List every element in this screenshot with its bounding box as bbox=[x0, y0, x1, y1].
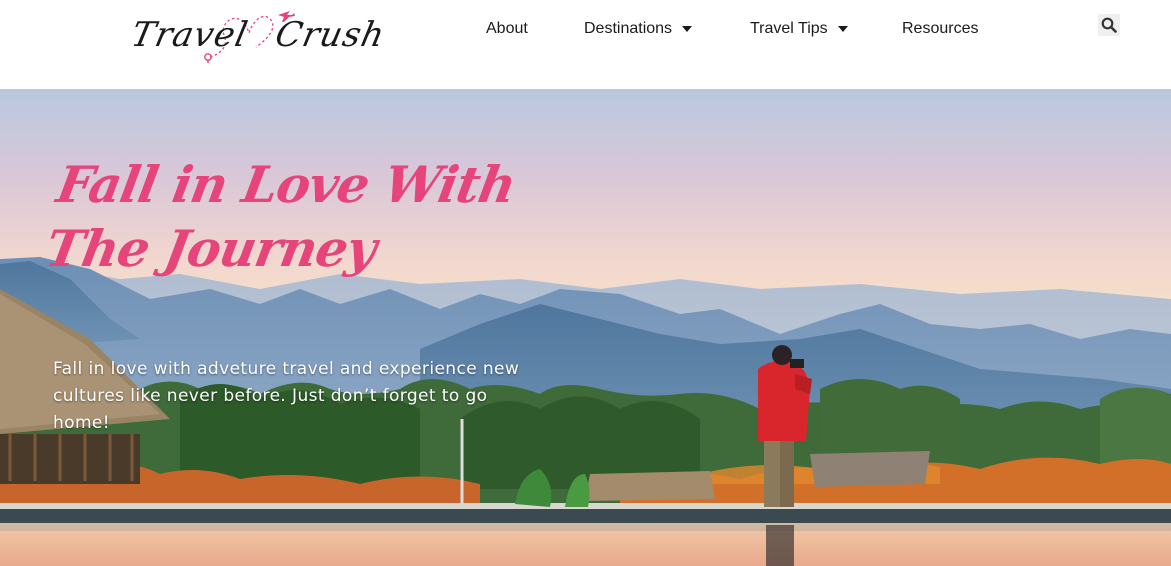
nav-item-label: Destinations bbox=[584, 20, 673, 37]
hero-banner: Fall in Love With The Journey Fall in lo… bbox=[0, 89, 1171, 566]
travel-crush-logo[interactable]: Travel Crush bbox=[127, 5, 389, 67]
search-button[interactable] bbox=[1098, 14, 1120, 36]
nav-item-label: Travel Tips bbox=[750, 20, 828, 37]
nav-item-label: About bbox=[486, 20, 528, 37]
hero-title: Fall in Love With The Journey bbox=[41, 153, 534, 281]
logo-word-travel: Travel bbox=[127, 15, 252, 55]
nav-item-destinations[interactable]: Destinations bbox=[584, 20, 693, 38]
nav-item-resources[interactable]: Resources bbox=[902, 20, 978, 38]
nav-item-label: Resources bbox=[902, 20, 979, 37]
hero-title-line2: The Journey bbox=[41, 218, 381, 278]
nav-item-about[interactable]: About bbox=[486, 20, 528, 38]
hero-title-line1: Fall in Love With bbox=[52, 154, 520, 214]
logo-word-crush: Crush bbox=[271, 15, 389, 55]
site-header: Travel Crush About Destinations Travel T… bbox=[0, 0, 1171, 89]
search-icon bbox=[1101, 17, 1117, 33]
hero-subtitle: Fall in love with adveture travel and ex… bbox=[53, 359, 520, 433]
caret-down-icon bbox=[837, 26, 848, 32]
nav-item-travel-tips[interactable]: Travel Tips bbox=[750, 20, 848, 38]
caret-down-icon bbox=[682, 26, 693, 32]
